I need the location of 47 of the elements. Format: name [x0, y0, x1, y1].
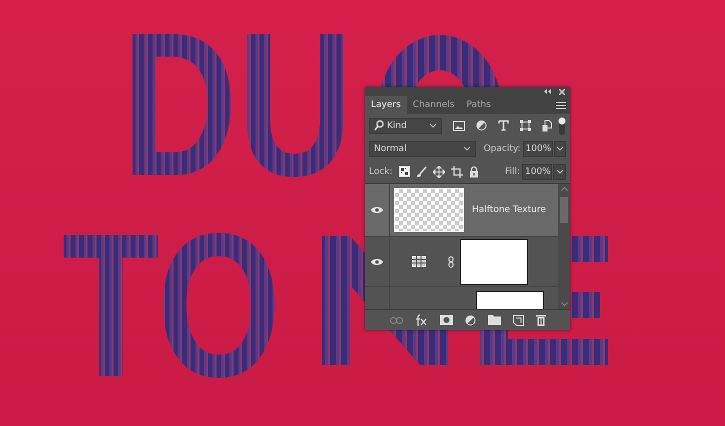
lock-label: Lock: [369, 166, 393, 176]
scrollbar-thumb[interactable] [560, 197, 568, 223]
layer-row[interactable] [365, 237, 558, 287]
caret-icon [462, 146, 471, 151]
scroll-up-icon[interactable] [560, 187, 568, 191]
collapse-icon[interactable] [544, 89, 551, 94]
toggle-icon[interactable] [558, 116, 566, 136]
half-circle-icon[interactable] [476, 120, 487, 131]
search-icon [374, 120, 384, 131]
chain-icon[interactable] [448, 256, 454, 268]
half-circle-icon[interactable] [464, 314, 476, 326]
panel-tab[interactable]: Layers [365, 96, 407, 114]
fill-label: Fill: [504, 166, 520, 176]
close-icon[interactable] [559, 88, 565, 94]
transform-icon[interactable] [520, 120, 531, 131]
layer-row[interactable]: Halftone Texture [365, 184, 558, 237]
image-icon[interactable] [453, 120, 465, 130]
layer-name: Halftone Texture [472, 205, 546, 215]
scroll-down-icon[interactable] [560, 302, 568, 306]
filter-dropdown[interactable]: Kind [369, 118, 442, 134]
eye-icon[interactable] [371, 258, 383, 266]
grid-icon [412, 256, 426, 267]
brush-icon[interactable] [416, 166, 427, 178]
folder-icon[interactable] [488, 315, 500, 325]
fill-field[interactable]: 100% [522, 164, 552, 180]
fx-icon[interactable] [414, 314, 428, 326]
transparent-thumbnail [394, 188, 464, 232]
eye-icon[interactable] [371, 206, 383, 214]
opacity-label: Opacity: [484, 144, 521, 154]
checkerboard-icon[interactable] [398, 166, 410, 177]
move-icon[interactable] [432, 166, 445, 178]
opacity-field[interactable]: 100% [522, 140, 553, 156]
opacity-dropdown-button[interactable] [554, 140, 566, 156]
menu-icon[interactable] [556, 102, 566, 108]
caret-icon [429, 123, 437, 128]
caret-icon [556, 146, 564, 151]
mask-thumbnail [460, 238, 528, 284]
type-icon[interactable] [498, 120, 509, 131]
crop-icon[interactable] [450, 166, 463, 178]
fill-dropdown-button[interactable] [553, 164, 566, 180]
caret-icon [556, 169, 564, 174]
trash-icon[interactable] [536, 314, 546, 326]
document-icon[interactable] [542, 120, 552, 132]
lock-icon[interactable] [468, 166, 479, 178]
mask-icon[interactable] [440, 315, 452, 325]
new-layer-icon[interactable] [512, 314, 524, 326]
blend-mode-dropdown[interactable]: Normal [369, 140, 476, 156]
